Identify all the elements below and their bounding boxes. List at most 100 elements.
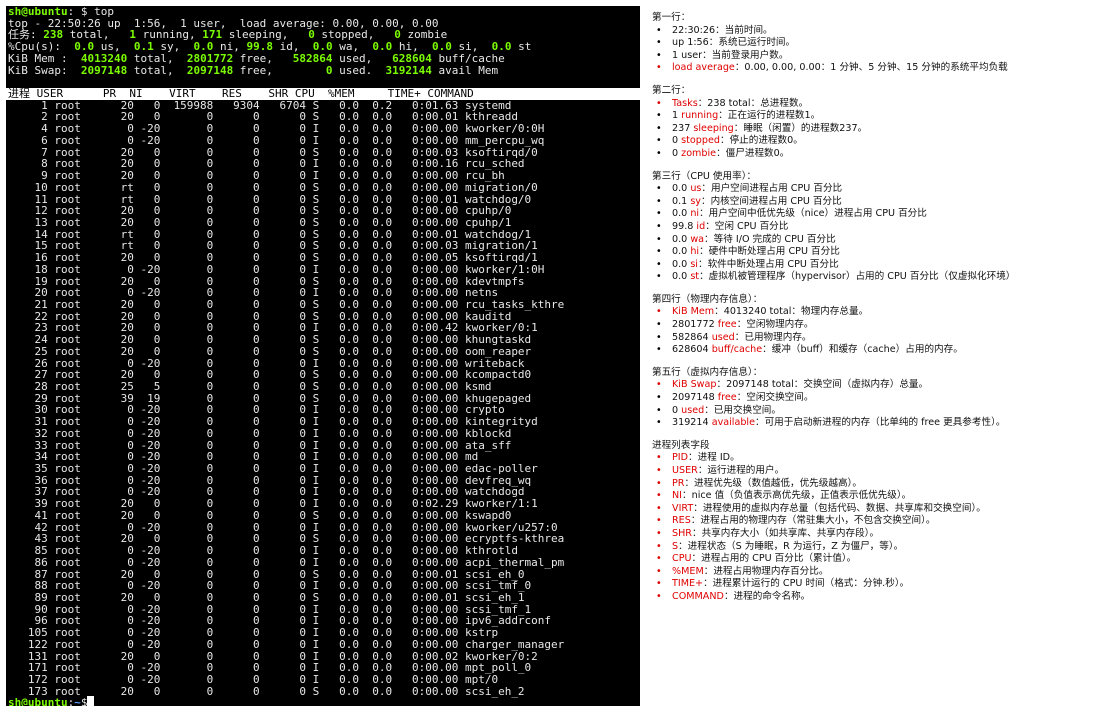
summary-value: 3192144	[385, 63, 432, 77]
note-item: 0 zombie：僵尸进程数0。	[652, 148, 1092, 161]
note-text: ：nice 值（负值表示高优先级，正值表示低优先级）。	[682, 490, 912, 502]
note-item: 0.0 si：软件中断处理占用 CPU 百分比	[652, 259, 1092, 272]
note-keyword: si	[690, 258, 698, 270]
note-item: 319214 available：可用于启动新进程的内存（比单纯的 free 更…	[652, 417, 1092, 430]
note-text: ：睡眠（闲置）的进程数237。	[733, 122, 868, 134]
note-value: 0.0	[672, 258, 691, 270]
note-item: PR：进程优先级（数值越低，优先级越高）。	[652, 478, 1092, 491]
summary-value: 0	[325, 63, 333, 77]
note-item: 0.0 ni：用户空间中低优先级（nice）进程占用 CPU 百分比	[652, 208, 1092, 221]
note-item: 0.0 hi：硬件中断处理占用 CPU 百分比	[652, 246, 1092, 259]
table-row[interactable]: 122 root 0 -20 0 0 0 I 0.0 0.0 0:00.00 c…	[6, 639, 640, 651]
top-summary: top - 22:50:26 up 1:56, 1 user, load ave…	[6, 17, 640, 77]
note-text: ：已用交换空间。	[704, 404, 781, 416]
summary-text: avail Mem	[431, 63, 499, 77]
note-section: 第一行：22:30:26：当前时间。up 1:56：系统已运行时间。1 user…	[652, 12, 1092, 75]
note-item: 0.0 st：虚拟机被管理程序（hypervisor）占用的 CPU 百分比（仅…	[652, 271, 1092, 284]
note-item: RES：进程占用的物理内存（常驻集大小，不包含交换空间）。	[652, 515, 1092, 528]
table-row[interactable]: 32 root 0 -20 0 0 0 I 0.0 0.0 0:00.00 kb…	[6, 428, 640, 440]
process-table-header[interactable]: 进程 USER PR NI VIRT RES SHR CPU %MEM TIME…	[6, 88, 640, 100]
note-value: 319214	[672, 417, 712, 429]
note-text: ：软件中断处理占用 CPU 百分比	[697, 258, 839, 270]
note-item: CPU：进程占用的 CPU 百分比（累计值）。	[652, 553, 1092, 566]
terminal-window[interactable]: sh@ubuntu: $ top top - 22:50:26 up 1:56,…	[6, 6, 640, 706]
table-row[interactable]: 35 root 0 -20 0 0 0 I 0.0 0.0 0:00.00 ed…	[6, 463, 640, 475]
summary-text: total,	[127, 63, 187, 77]
note-value: 0.0	[672, 208, 691, 220]
note-value: 1	[672, 110, 682, 122]
note-value: 2801772	[672, 319, 718, 331]
note-text: ：缓冲（buff）和缓存（cache）占用的内存。	[762, 344, 963, 356]
note-keyword: %MEM	[672, 565, 704, 577]
note-text: ：进程优先级（数值越低，优先级越高）。	[684, 477, 862, 489]
note-text: 1 user：当前登录用户数。	[672, 49, 789, 61]
note-value: 0.1	[672, 195, 691, 207]
note-keyword: RES	[672, 515, 691, 527]
note-section-title: 第二行：	[652, 84, 691, 96]
table-row[interactable]: 6 root 0 -20 0 0 0 I 0.0 0.0 0:00.00 mm_…	[6, 135, 640, 147]
table-row[interactable]: 172 root 0 -20 0 0 0 I 0.0 0.0 0:00.00 m…	[6, 674, 640, 686]
note-keyword: Tasks	[672, 97, 698, 109]
note-text: ：用户空间进程占用 CPU 百分比	[701, 183, 843, 195]
note-keyword: sleeping	[693, 122, 734, 134]
note-keyword: KiB Mem	[672, 306, 715, 318]
prompt-user: sh@ubuntu	[8, 696, 68, 706]
note-item: SHR：共享内存大小（如共享库、共享内存段）。	[652, 528, 1092, 541]
note-keyword: VIRT	[672, 502, 694, 514]
annotation-panel: 第一行：22:30:26：当前时间。up 1:56：系统已运行时间。1 user…	[652, 12, 1092, 614]
note-keyword: used	[681, 404, 705, 416]
note-text: ：进程占用物理内存百分比。	[703, 565, 829, 577]
note-section-title: 进程列表字段	[652, 439, 710, 451]
note-keyword: hi	[690, 246, 700, 258]
note-item: KiB Mem：4013240 total：物理内存总量。	[652, 306, 1092, 319]
note-text: ：4013240 total：物理内存总量。	[714, 306, 869, 318]
note-text: ：等待 I/O 完成的 CPU 百分比	[704, 233, 836, 245]
note-keyword: zombie	[681, 147, 717, 159]
note-value: 0.0	[672, 246, 691, 258]
note-item: 1 user：当前登录用户数。	[652, 50, 1092, 63]
note-value: 0.0	[672, 233, 691, 245]
note-section: 第五行（虚拟内存信息）：KiB Swap：2097148 total：交换空间（…	[652, 367, 1092, 430]
table-row[interactable]: 28 root 25 5 0 0 0 S 0.0 0.0 0:00.00 ksm…	[6, 381, 640, 393]
table-row[interactable]: 173 root 20 0 0 0 0 S 0.0 0.0 0:00.00 sc…	[6, 685, 640, 698]
note-item: PID：进程 ID。	[652, 452, 1092, 465]
table-row[interactable]: 89 root 20 0 0 0 0 S 0.0 0.0 0:00.01 scs…	[6, 592, 640, 604]
note-item: 0.0 us：用户空间进程占用 CPU 百分比	[652, 183, 1092, 196]
process-table-body[interactable]: 1 root 20 0 159988 9304 6704 S 0.0 0.2 0…	[6, 100, 640, 698]
note-text: ：用户空间中低优先级（nice）进程占用 CPU 百分比	[699, 208, 927, 220]
table-row[interactable]: 86 root 0 -20 0 0 0 I 0.0 0.0 0:00.00 ac…	[6, 557, 640, 569]
note-keyword: buff/cache	[711, 344, 763, 356]
prompt-line-bottom[interactable]: sh@ubuntu:~$	[6, 696, 640, 706]
summary-text: KiB Swap:	[8, 63, 81, 77]
table-row[interactable]: 25 root 20 0 0 0 0 S 0.0 0.0 0:00.00 oom…	[6, 346, 640, 358]
note-item: NI：nice 值（负值表示高优先级，正值表示低优先级）。	[652, 490, 1092, 503]
note-text: ：空闲物理内存。	[736, 319, 814, 331]
table-row[interactable]: 13 root 20 0 0 0 0 S 0.0 0.0 0:00.00 cpu…	[6, 217, 640, 229]
table-row[interactable]: 10 root rt 0 0 0 0 S 0.0 0.0 0:00.00 mig…	[6, 182, 640, 194]
note-item: Tasks：238 total：总进程数。	[652, 98, 1092, 111]
table-row[interactable]: 18 root 0 -20 0 0 0 I 0.0 0.0 0:00.00 kw…	[6, 264, 640, 276]
note-section: 进程列表字段PID：进程 ID。USER：运行进程的用户。PR：进程优先级（数值…	[652, 440, 1092, 604]
summary-text: used.	[332, 63, 386, 77]
note-text: ：进程使用的虚拟内存总量（包括代码、数据、共享库和交换空间）。	[693, 502, 986, 514]
table-row[interactable]: 21 root 20 0 0 0 0 S 0.0 0.0 0:00.00 rcu…	[6, 299, 640, 311]
note-text: ：运行进程的用户。	[697, 465, 785, 476]
note-text: ：僵尸进程数0。	[716, 147, 790, 159]
note-item: KiB Swap：2097148 total：交换空间（虚拟内存）总量。	[652, 379, 1092, 392]
note-value: 99.8	[672, 220, 697, 232]
note-keyword: used	[711, 331, 735, 343]
note-keyword: PID	[672, 452, 689, 464]
note-value: 0	[672, 135, 682, 147]
note-value: 2097148	[672, 392, 718, 404]
note-item: %MEM：进程占用物理内存百分比。	[652, 566, 1092, 579]
note-text: ：空闲 CPU 百分比	[705, 220, 789, 232]
summary-value: 2097148	[80, 63, 128, 77]
note-keyword: load average	[672, 62, 735, 74]
note-keyword: ni	[690, 208, 700, 220]
note-text: 22:30:26：当前时间。	[672, 24, 773, 36]
note-item: 0.1 sy：内核空间进程占用 CPU 百分比	[652, 196, 1092, 209]
table-row[interactable]: 41 root 20 0 0 0 0 S 0.0 0.0 0:00.00 ksw…	[6, 510, 640, 522]
note-item: 22:30:26：当前时间。	[652, 25, 1092, 38]
note-text: ：进程的命令名称。	[723, 590, 811, 602]
note-section-title: 第五行（虚拟内存信息）：	[652, 366, 763, 378]
